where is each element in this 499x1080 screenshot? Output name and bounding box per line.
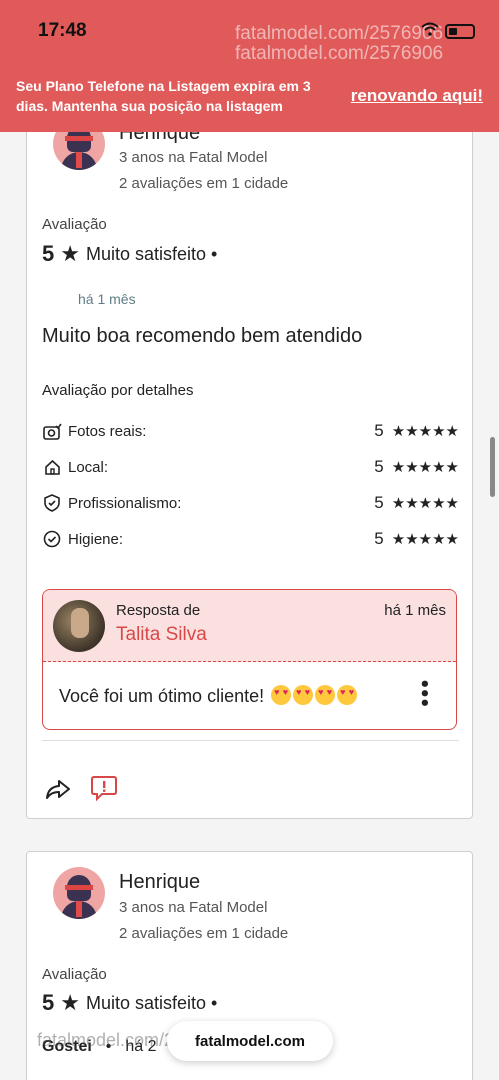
rating-label: Avaliação xyxy=(42,216,107,233)
detail-stars: ★★★★★ xyxy=(391,459,459,476)
responder-avatar[interactable] xyxy=(53,600,105,652)
response-text: Você foi um ótimo cliente! xyxy=(59,686,265,706)
banner-message: Seu Plano Telefone na Listagem expira em… xyxy=(16,78,311,114)
home-icon xyxy=(42,457,62,477)
detail-score: 5 xyxy=(374,421,384,440)
responder-name[interactable]: Talita Silva xyxy=(116,624,207,646)
rating-verdict: Muito satisfeito • xyxy=(85,992,218,1013)
review-card: Henrique 3 anos na Fatal Model 2 avaliaç… xyxy=(26,100,473,819)
provider-response: Resposta de Talita Silva há 1 mês Você f… xyxy=(42,589,457,730)
shield-check-icon xyxy=(42,493,62,513)
user-since: 3 anos na Fatal Model xyxy=(119,149,268,166)
more-options-icon[interactable]: ••• xyxy=(413,678,434,707)
detail-label: Local: xyxy=(68,458,109,476)
response-time: há 1 mês xyxy=(384,602,446,619)
heart-eyes-emoji-icon xyxy=(293,685,314,705)
response-text-row: Você foi um ótimo cliente! xyxy=(59,685,358,707)
detail-row-hygiene: Higiene: 5 ★★★★★ xyxy=(42,527,459,551)
screen: 17:48 fatalmodel.com/2576906 fatalmodel.… xyxy=(0,0,499,1080)
divider xyxy=(42,740,459,741)
renew-link[interactable]: renovando aqui! xyxy=(351,86,483,106)
rating-summary: 5 ★ Muito satisfeito • xyxy=(42,990,217,1016)
browser-url-bar[interactable]: fatalmodel.com xyxy=(167,1021,333,1061)
response-header: Resposta de Talita Silva há 1 mês xyxy=(43,590,456,662)
detail-row-photos: Fotos reais: 5 ★★★★★ xyxy=(42,419,459,443)
scrollbar[interactable] xyxy=(490,437,495,497)
detail-score: 5 xyxy=(374,493,384,512)
detail-stars: ★★★★★ xyxy=(391,531,459,548)
review-time: há 1 mês xyxy=(78,291,136,307)
rating-verdict: Muito satisfeito • xyxy=(85,243,218,264)
check-circle-icon xyxy=(42,529,62,549)
status-icons xyxy=(421,22,475,40)
user-name[interactable]: Henrique xyxy=(119,871,200,894)
user-avatar[interactable] xyxy=(53,867,105,919)
battery-icon xyxy=(445,23,475,39)
response-label: Resposta de xyxy=(116,602,201,619)
user-since: 3 anos na Fatal Model xyxy=(119,899,268,916)
report-icon[interactable] xyxy=(90,774,118,802)
detail-label: Profissionalismo: xyxy=(68,494,182,512)
user-review-count: 2 avaliações em 1 cidade xyxy=(119,925,289,942)
details-label: Avaliação por detalhes xyxy=(42,382,194,399)
heart-eyes-emoji-icon xyxy=(337,685,358,705)
detail-stars: ★★★★★ xyxy=(391,423,459,440)
watermark-top: fatalmodel.com/2576906 fatalmodel.com/25… xyxy=(235,24,443,64)
star-icon: ★ xyxy=(60,990,80,1015)
camera-check-icon xyxy=(42,421,62,441)
detail-score: 5 xyxy=(374,457,384,476)
status-time: 17:48 xyxy=(38,20,87,41)
heart-eyes-emoji-icon xyxy=(315,685,336,705)
detail-row-professionalism: Profissionalismo: 5 ★★★★★ xyxy=(42,491,459,515)
review-comment: Muito boa recomendo bem atendido xyxy=(42,325,363,347)
user-review-count: 2 avaliações em 1 cidade xyxy=(119,175,289,192)
rating-score: 5 xyxy=(42,990,55,1015)
star-icon: ★ xyxy=(60,241,80,266)
rating-label: Avaliação xyxy=(42,966,107,983)
detail-score: 5 xyxy=(374,529,384,548)
watermark-line: fatalmodel.com/2576906 xyxy=(235,23,444,44)
url-text: fatalmodel.com xyxy=(194,1032,306,1050)
detail-label: Higiene: xyxy=(68,530,124,548)
plan-expiry-banner: 17:48 fatalmodel.com/2576906 fatalmodel.… xyxy=(0,0,499,132)
share-icon[interactable] xyxy=(44,776,72,802)
watermark-line: fatalmodel.com/2576906 xyxy=(235,43,444,64)
rating-summary: 5 ★ Muito satisfeito • xyxy=(42,241,217,267)
heart-eyes-emoji-icon xyxy=(271,685,292,705)
detail-label: Fotos reais: xyxy=(68,422,147,440)
detail-stars: ★★★★★ xyxy=(391,495,459,512)
rating-score: 5 xyxy=(42,241,55,266)
wifi-icon xyxy=(421,22,439,40)
detail-row-location: Local: 5 ★★★★★ xyxy=(42,455,459,479)
